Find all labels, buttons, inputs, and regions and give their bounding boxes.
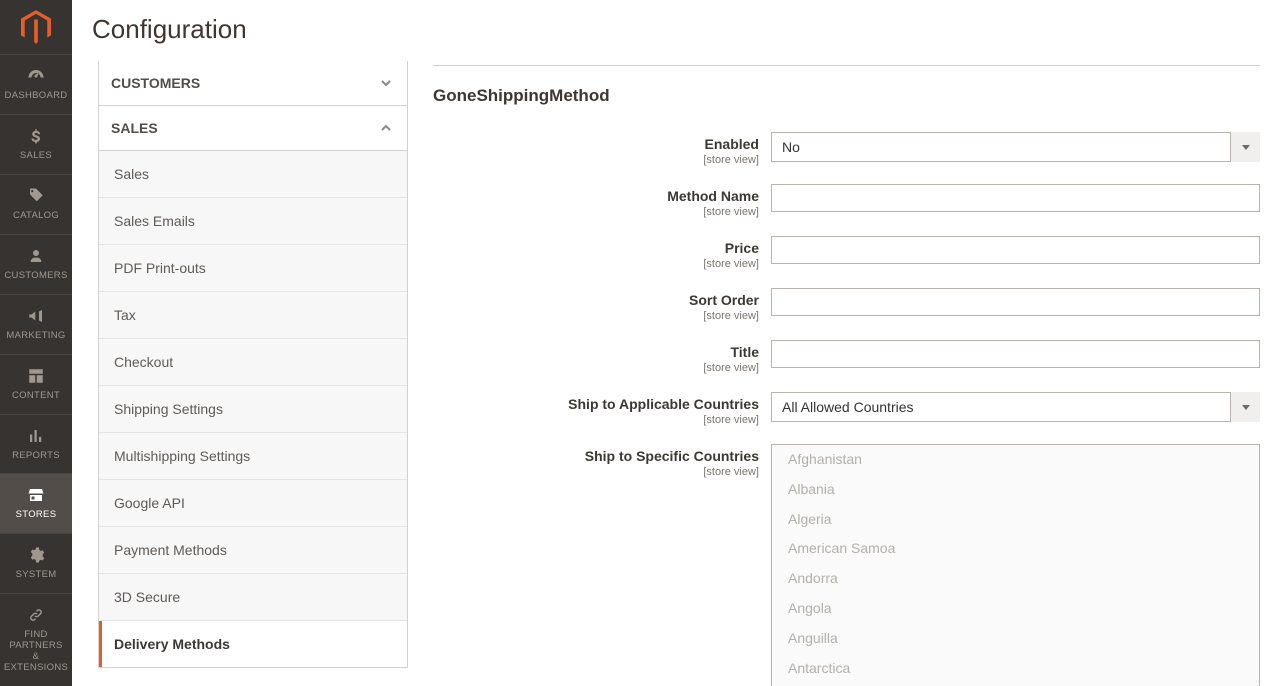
megaphone-icon bbox=[27, 305, 45, 327]
title-input[interactable] bbox=[771, 340, 1260, 368]
rail-stores[interactable]: STORES bbox=[0, 473, 72, 533]
rail-label: CONTENT bbox=[12, 391, 60, 402]
field-ship-specific: Ship to Specific Countries [store view] A… bbox=[433, 444, 1260, 686]
sort-order-input[interactable] bbox=[771, 288, 1260, 316]
country-option[interactable]: Antarctica bbox=[772, 654, 1259, 684]
layout-icon bbox=[27, 365, 45, 387]
rail-system[interactable]: SYSTEM bbox=[0, 533, 72, 593]
scope-label: [store view] bbox=[433, 206, 759, 218]
rail-catalog[interactable]: CATALOG bbox=[0, 174, 72, 234]
field-label: Title bbox=[730, 344, 759, 360]
field-price: Price [store view] bbox=[433, 236, 1260, 270]
config-nav: CUSTOMERS SALES SalesSales EmailsPDF Pri… bbox=[72, 61, 408, 686]
dollar-icon bbox=[27, 125, 45, 147]
chevron-up-icon bbox=[380, 122, 392, 134]
field-label: Enabled bbox=[705, 136, 759, 152]
field-label: Price bbox=[725, 240, 759, 256]
field-label: Method Name bbox=[667, 188, 759, 204]
page-header: Configuration bbox=[72, 0, 1280, 61]
rail-label: MARKETING bbox=[6, 331, 65, 342]
country-option[interactable]: Albania bbox=[772, 475, 1259, 505]
rail-customers[interactable]: CUSTOMERS bbox=[0, 234, 72, 294]
config-subitem[interactable]: Sales Emails bbox=[99, 198, 407, 245]
country-option[interactable]: Anguilla bbox=[772, 624, 1259, 654]
config-subitem[interactable]: Checkout bbox=[99, 339, 407, 386]
group-label: CUSTOMERS bbox=[111, 75, 200, 91]
config-subitem[interactable]: Tax bbox=[99, 292, 407, 339]
field-ship-applicable: Ship to Applicable Countries [store view]… bbox=[433, 392, 1260, 426]
config-subitem[interactable]: Shipping Settings bbox=[99, 386, 407, 433]
field-label: Ship to Applicable Countries bbox=[568, 396, 759, 412]
field-title: Title [store view] bbox=[433, 340, 1260, 374]
page-title: Configuration bbox=[92, 14, 1260, 45]
config-subitem[interactable]: Delivery Methods bbox=[99, 621, 407, 667]
link-icon bbox=[27, 604, 45, 626]
scope-label: [store view] bbox=[433, 414, 759, 426]
config-subitem[interactable]: 3D Secure bbox=[99, 574, 407, 621]
scope-label: [store view] bbox=[433, 362, 759, 374]
rail-label: CUSTOMERS bbox=[4, 271, 67, 282]
country-option[interactable]: American Samoa bbox=[772, 534, 1259, 564]
dropdown-button bbox=[1230, 392, 1260, 422]
gauge-icon bbox=[27, 65, 45, 87]
rail-label: DASHBOARD bbox=[5, 91, 68, 102]
method-name-input[interactable] bbox=[771, 184, 1260, 212]
rail-reports[interactable]: REPORTS bbox=[0, 414, 72, 474]
chevron-down-icon bbox=[380, 77, 392, 89]
dropdown-button bbox=[1230, 132, 1260, 162]
config-subitem[interactable]: Multishipping Settings bbox=[99, 433, 407, 480]
ship-applicable-select[interactable]: All Allowed Countries bbox=[771, 392, 1260, 422]
rail-content[interactable]: CONTENT bbox=[0, 354, 72, 414]
rail-dashboard[interactable]: DASHBOARD bbox=[0, 54, 72, 114]
tag-icon bbox=[27, 185, 45, 207]
country-option[interactable]: Andorra bbox=[772, 564, 1259, 594]
store-icon bbox=[27, 484, 45, 506]
select-value: All Allowed Countries bbox=[771, 392, 1260, 422]
rail-label: FIND PARTNERS & EXTENSIONS bbox=[2, 630, 70, 674]
config-group-customers[interactable]: CUSTOMERS bbox=[98, 61, 408, 106]
rail-label: REPORTS bbox=[12, 451, 60, 462]
config-form: GoneShippingMethod Enabled [store view] N… bbox=[408, 61, 1280, 686]
config-subitem[interactable]: Payment Methods bbox=[99, 527, 407, 574]
admin-rail: DASHBOARD SALES CATALOG CUSTOMERS MARKET… bbox=[0, 0, 72, 686]
rail-label: CATALOG bbox=[13, 211, 59, 222]
field-enabled: Enabled [store view] No bbox=[433, 132, 1260, 166]
field-sort-order: Sort Order [store view] bbox=[433, 288, 1260, 322]
gear-icon bbox=[27, 544, 45, 566]
section-divider bbox=[433, 65, 1260, 66]
config-subitem[interactable]: PDF Print-outs bbox=[99, 245, 407, 292]
scope-label: [store view] bbox=[433, 154, 759, 166]
scope-label: [store view] bbox=[433, 310, 759, 322]
select-value: No bbox=[771, 132, 1260, 162]
config-subitem[interactable]: Sales bbox=[99, 151, 407, 198]
scope-label: [store view] bbox=[433, 466, 759, 478]
rail-label: STORES bbox=[16, 510, 57, 521]
rail-label: SALES bbox=[20, 151, 52, 162]
bars-icon bbox=[27, 425, 45, 447]
field-method-name: Method Name [store view] bbox=[433, 184, 1260, 218]
group-label: SALES bbox=[111, 120, 158, 136]
section-title[interactable]: GoneShippingMethod bbox=[433, 86, 1260, 106]
country-option[interactable]: Angola bbox=[772, 594, 1259, 624]
config-subitem[interactable]: Google API bbox=[99, 480, 407, 527]
field-label: Ship to Specific Countries bbox=[585, 448, 759, 464]
enabled-select[interactable]: No bbox=[771, 132, 1260, 162]
scope-label: [store view] bbox=[433, 258, 759, 270]
magento-logo[interactable] bbox=[0, 0, 72, 54]
ship-specific-multiselect[interactable]: AfghanistanAlbaniaAlgeriaAmerican SamoaA… bbox=[771, 444, 1260, 686]
config-group-sales[interactable]: SALES bbox=[98, 105, 408, 151]
rail-label: SYSTEM bbox=[16, 570, 57, 581]
field-label: Sort Order bbox=[689, 292, 759, 308]
config-group-sales-body: SalesSales EmailsPDF Print-outsTaxChecko… bbox=[98, 151, 408, 668]
price-input[interactable] bbox=[771, 236, 1260, 264]
rail-marketing[interactable]: MARKETING bbox=[0, 294, 72, 354]
rail-find-partners[interactable]: FIND PARTNERS & EXTENSIONS bbox=[0, 593, 72, 686]
rail-sales[interactable]: SALES bbox=[0, 114, 72, 174]
country-option[interactable]: Algeria bbox=[772, 505, 1259, 535]
person-icon bbox=[27, 245, 45, 267]
country-option[interactable]: Afghanistan bbox=[772, 445, 1259, 475]
